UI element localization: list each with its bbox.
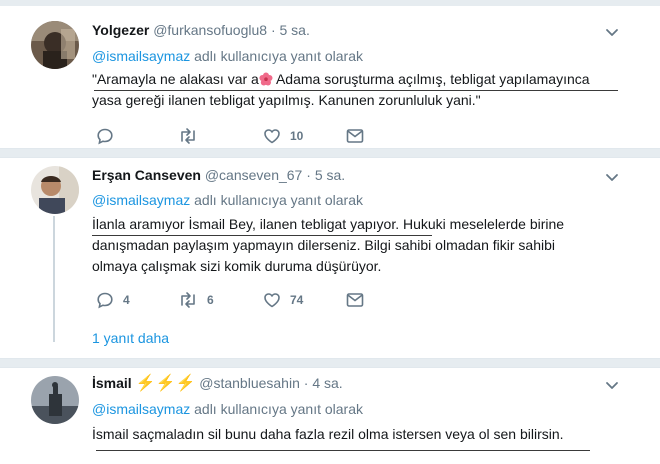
username[interactable]: @canseven_67 xyxy=(205,167,303,183)
tweet-yolgezer[interactable]: Yolgezer @furkansofuoglu8 · 5 sa. @ismai… xyxy=(0,6,660,156)
reply-mention-link[interactable]: @ismailsaymaz xyxy=(92,401,190,417)
reply-mention-link[interactable]: @ismailsaymaz xyxy=(92,192,190,208)
tweet-text-line: danışmadan paylaşım yapmayın dilerseniz.… xyxy=(92,237,556,253)
heart-icon xyxy=(264,129,280,144)
chevron-down-icon[interactable] xyxy=(604,377,620,393)
reply-icon xyxy=(97,292,113,309)
retweet-button[interactable]: 6 xyxy=(178,290,214,310)
reply-context-text: adlı kullanıcıya yanıt olarak xyxy=(194,192,363,208)
show-more-replies-link[interactable]: 1 yanıt daha xyxy=(92,330,169,346)
thread-line xyxy=(53,216,55,342)
reply-context-text: adlı kullanıcıya yanıt olarak xyxy=(194,401,363,417)
like-button[interactable]: 10 xyxy=(263,126,303,146)
tweet-text-line: olmaya çalışmak sizi komik duruma düşürü… xyxy=(92,258,382,274)
username[interactable]: @furkansofuoglu8 xyxy=(153,22,267,38)
handwritten-underline xyxy=(96,450,590,451)
separator-dot: · xyxy=(306,167,311,183)
display-name[interactable]: Yolgezer xyxy=(92,22,149,38)
reply-button[interactable] xyxy=(96,126,123,146)
avatar[interactable] xyxy=(31,166,79,214)
avatar[interactable] xyxy=(31,21,79,69)
tweet-text-line: İsmail saçmaladın sil bunu daha fazla re… xyxy=(92,426,564,442)
timestamp[interactable]: 5 sa. xyxy=(315,167,345,183)
direct-message-button[interactable] xyxy=(346,290,364,310)
tweet-text: İsmail saçmaladın sil bunu daha fazla re… xyxy=(92,424,632,445)
reply-button[interactable]: 4 xyxy=(96,290,130,310)
display-name[interactable]: Erşan Canseven xyxy=(92,167,201,183)
like-count: 10 xyxy=(290,129,304,143)
separator-dot: · xyxy=(303,375,309,391)
tweet-text: İlanla aramıyor İsmail Bey, ilanen tebli… xyxy=(92,214,632,277)
like-button[interactable]: 74 xyxy=(263,290,303,310)
chevron-down-icon[interactable] xyxy=(604,24,620,40)
reply-feed: Yolgezer @furkansofuoglu8 · 5 sa. @ismai… xyxy=(0,0,660,464)
tweet-text-line1-b: Adama soruşturma açılmış, tebligat yapıl… xyxy=(275,71,590,87)
handwritten-underline xyxy=(94,90,618,91)
lightning-emoji: ⚡⚡⚡ xyxy=(135,375,196,392)
retweet-icon xyxy=(181,292,195,308)
chevron-down-icon[interactable] xyxy=(604,169,620,185)
tweet-ersan-canseven[interactable]: Erşan Canseven @canseven_67 · 5 sa. @ism… xyxy=(0,158,660,358)
timestamp[interactable]: 5 sa. xyxy=(280,22,310,38)
display-name[interactable]: İsmail xyxy=(92,375,132,391)
tweet-text-line2: yasa gereği ilanen tebligat yapılmış. Ka… xyxy=(92,92,481,108)
direct-message-button[interactable] xyxy=(346,126,364,146)
reply-context-text: adlı kullanıcıya yanıt olarak xyxy=(194,48,363,64)
retweet-count: 6 xyxy=(207,293,214,307)
envelope-icon xyxy=(346,293,364,307)
tweet-separator xyxy=(0,358,660,368)
tweet-ismail[interactable]: İsmail ⚡⚡⚡ @stanbluesahin · 4 sa. @ismai… xyxy=(0,368,660,464)
hibiscus-emoji xyxy=(259,72,273,86)
retweet-icon xyxy=(181,128,195,144)
reply-count: 4 xyxy=(123,293,130,307)
tweet-separator xyxy=(0,148,660,158)
timestamp[interactable]: 4 sa. xyxy=(312,375,342,391)
username[interactable]: @stanbluesahin xyxy=(199,375,300,391)
tweet-text-line: İlanla aramıyor İsmail Bey, ilanen tebli… xyxy=(92,216,565,232)
separator-dot: · xyxy=(270,22,276,38)
heart-icon xyxy=(264,293,280,308)
like-count: 74 xyxy=(290,293,304,307)
avatar[interactable] xyxy=(31,376,79,424)
handwritten-underline xyxy=(92,235,432,236)
reply-icon xyxy=(97,128,113,145)
tweet-text-line1-a: "Aramayla ne alakası var a xyxy=(92,71,259,87)
retweet-button[interactable] xyxy=(178,126,207,146)
envelope-icon xyxy=(346,129,364,143)
reply-mention-link[interactable]: @ismailsaymaz xyxy=(92,48,190,64)
